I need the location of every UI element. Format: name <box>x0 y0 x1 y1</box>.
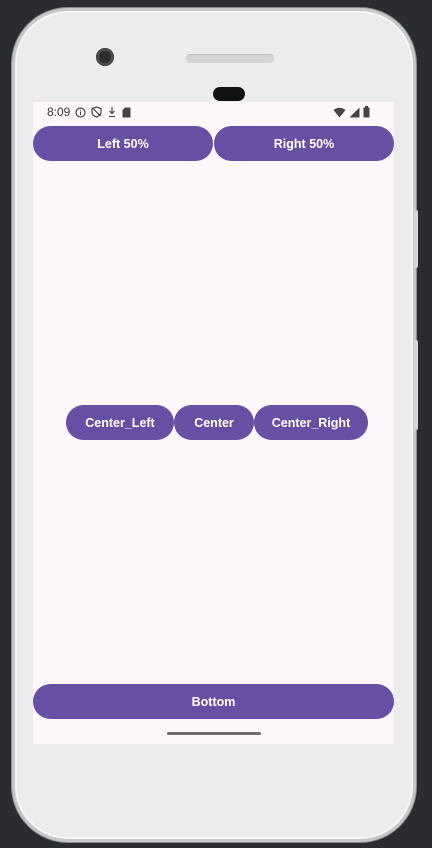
device-screen: 8:09 Left 50% Right 50% Center_Left Cent… <box>33 102 394 744</box>
front-camera <box>96 48 114 66</box>
download-icon <box>107 106 117 118</box>
signal-icon <box>349 107 360 118</box>
status-time: 8:09 <box>47 105 71 119</box>
wifi-icon <box>333 107 346 118</box>
center-right-button[interactable]: Center_Right <box>254 405 368 440</box>
status-bar: 8:09 <box>33 102 394 124</box>
right-50-button[interactable]: Right 50% <box>214 126 394 161</box>
info-icon <box>75 106 86 118</box>
bottom-button[interactable]: Bottom <box>33 684 394 719</box>
sd-card-icon <box>122 107 131 118</box>
battery-icon <box>363 106 370 118</box>
volume-button[interactable] <box>414 210 418 268</box>
power-button[interactable] <box>414 340 418 430</box>
home-indicator[interactable] <box>167 732 261 735</box>
emulator-stage: 8:09 Left 50% Right 50% Center_Left Cent… <box>0 0 432 848</box>
earpiece-speaker <box>186 54 274 63</box>
shield-icon <box>91 106 102 118</box>
left-50-button[interactable]: Left 50% <box>33 126 213 161</box>
center-button[interactable]: Center <box>174 405 254 440</box>
proximity-sensor <box>213 87 245 101</box>
center-left-button[interactable]: Center_Left <box>66 405 174 440</box>
